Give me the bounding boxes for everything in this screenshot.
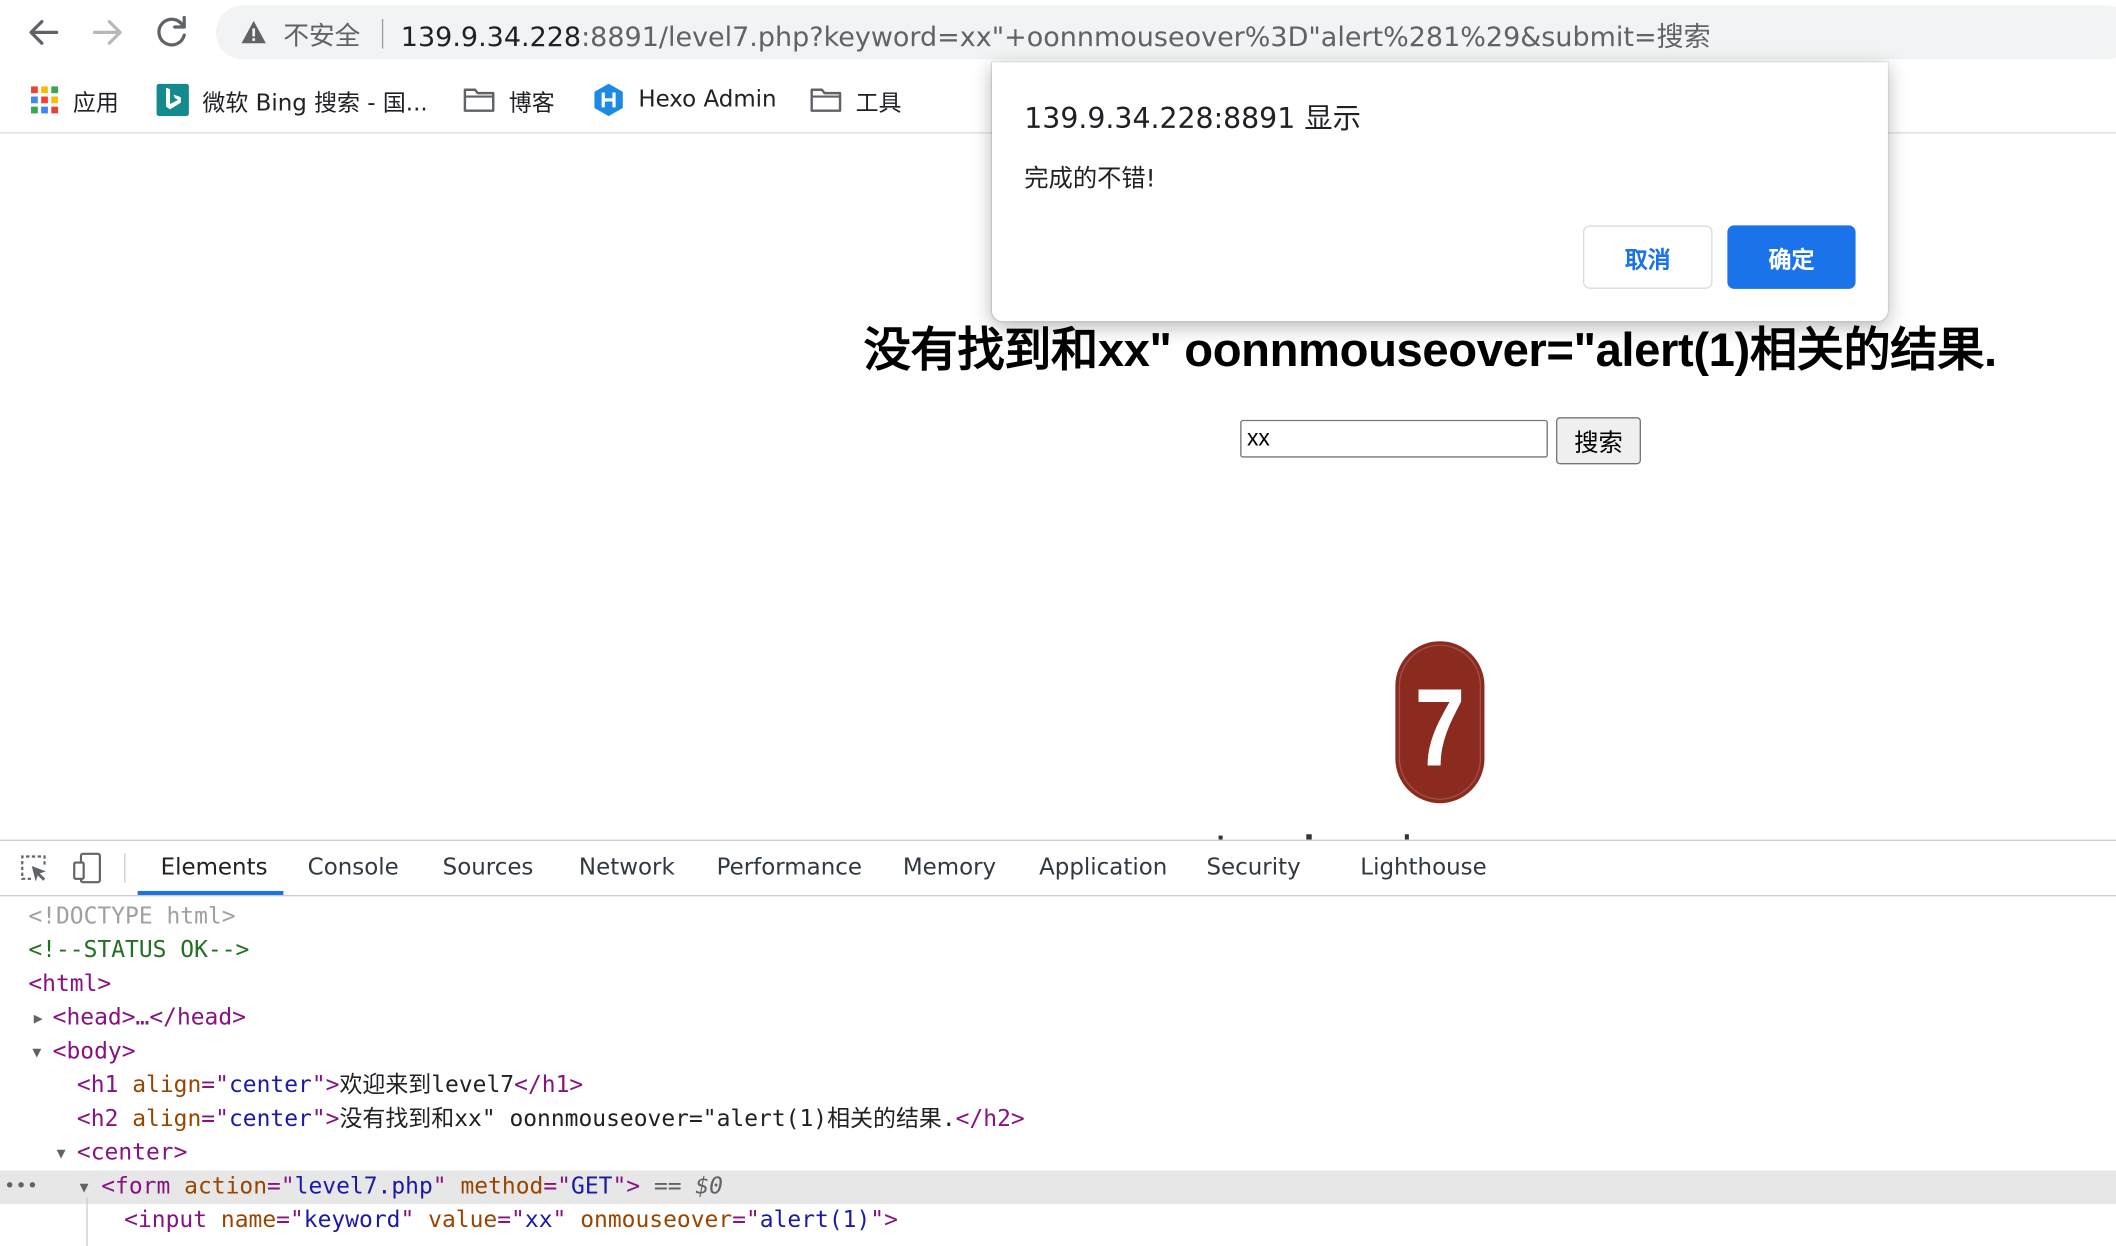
- dom-node-center[interactable]: ▼ <center>: [0, 1137, 2116, 1171]
- tab-lighthouse[interactable]: Lighthouse: [1360, 841, 1486, 895]
- dom-node-comment[interactable]: <!--STATUS OK-->: [0, 934, 2116, 968]
- dom-node-h2[interactable]: <h2 align="center">没有找到和xx" oonnmouseove…: [0, 1103, 2116, 1137]
- dom-node-head[interactable]: ▶ <head>…</head>: [0, 1002, 2116, 1036]
- back-arrow-icon[interactable]: [22, 11, 65, 54]
- tab-memory[interactable]: Memory: [903, 841, 996, 895]
- dom-node-body[interactable]: ▼ <body>: [0, 1035, 2116, 1069]
- dom-node-doctype[interactable]: <!DOCTYPE html>: [0, 900, 2116, 934]
- hexo-logo-icon: [594, 83, 623, 117]
- collapse-triangle-icon[interactable]: ▼: [57, 1137, 66, 1171]
- tab-application[interactable]: Application: [1039, 841, 1167, 895]
- tab-performance[interactable]: Performance: [717, 841, 862, 895]
- alert-message: 完成的不错!: [1024, 164, 1156, 194]
- tab-elements[interactable]: Elements: [161, 841, 268, 895]
- level-badge-number: 7: [1415, 666, 1465, 790]
- more-options-icon[interactable]: •••: [4, 1170, 38, 1204]
- browser-toolbar: 不安全 139.9.34.228:8891/level7.php?keyword…: [0, 0, 2116, 68]
- bookmark-apps[interactable]: 应用: [30, 81, 119, 119]
- toolbar-divider: [124, 853, 126, 883]
- active-tab-indicator: [137, 890, 284, 895]
- alert-title: 139.9.34.228:8891 显示: [1024, 102, 1361, 135]
- alert-dialog: 139.9.34.228:8891 显示 完成的不错! 取消 确定: [991, 62, 1888, 322]
- address-bar[interactable]: 不安全 139.9.34.228:8891/level7.php?keyword…: [215, 5, 2116, 60]
- search-button[interactable]: 搜索: [1555, 417, 1641, 465]
- bing-logo-icon: [156, 83, 189, 117]
- alert-cancel-button[interactable]: 取消: [1582, 225, 1713, 289]
- bookmark-label: 应用: [72, 89, 119, 117]
- bookmark-label: 工具: [855, 89, 902, 117]
- bookmark-label: 博客: [508, 89, 555, 117]
- keyword-input[interactable]: [1240, 419, 1548, 458]
- page-glyph-fragments: [1218, 834, 1409, 840]
- tab-security[interactable]: Security: [1206, 841, 1300, 895]
- bookmark-folder-blog[interactable]: 博客: [463, 81, 555, 119]
- alert-ok-button[interactable]: 确定: [1727, 225, 1856, 289]
- bookmark-hexo-admin[interactable]: Hexo Admin: [592, 81, 777, 119]
- dom-node-input[interactable]: <input name="keyword" value="xx" onmouse…: [0, 1204, 2116, 1238]
- url-path: :8891/level7.php?keyword=xx"+oonnmouseov…: [581, 20, 1711, 53]
- folder-icon: [810, 88, 842, 112]
- url-text[interactable]: 139.9.34.228:8891/level7.php?keyword=xx"…: [401, 15, 1711, 54]
- collapse-triangle-icon[interactable]: ▼: [32, 1035, 41, 1069]
- dom-node-html[interactable]: <html>: [0, 968, 2116, 1002]
- reload-icon[interactable]: [150, 11, 193, 54]
- dom-node-h1[interactable]: <h1 align="center">欢迎来到level7</h1>: [0, 1069, 2116, 1103]
- bookmark-bing[interactable]: 微软 Bing 搜索 - 国...: [156, 81, 428, 119]
- devtools-panel: Elements Console Sources Network Perform…: [0, 839, 2116, 1246]
- devtools-toolbar: Elements Console Sources Network Perform…: [0, 841, 2116, 897]
- dom-node-form-selected[interactable]: ••• ▼ <form action="level7.php" method="…: [0, 1170, 2116, 1205]
- device-toolbar-icon[interactable]: [72, 852, 104, 884]
- bookmark-folder-tools[interactable]: 工具: [810, 81, 902, 119]
- tab-console[interactable]: Console: [308, 841, 399, 895]
- expand-triangle-icon[interactable]: ▶: [34, 1002, 43, 1036]
- result-heading: 没有找到和xx" oonnmouseover="alert(1)相关的结果.: [863, 323, 1997, 377]
- security-label[interactable]: 不安全: [283, 16, 360, 52]
- address-separator: [381, 18, 384, 49]
- inspect-element-icon[interactable]: [19, 853, 49, 883]
- folder-icon: [463, 88, 495, 112]
- url-host: 139.9.34.228: [400, 20, 582, 53]
- indent-guide: [86, 1197, 88, 1246]
- tab-sources[interactable]: Sources: [443, 841, 534, 895]
- warning-triangle-icon[interactable]: [240, 19, 267, 46]
- tab-network[interactable]: Network: [579, 841, 675, 895]
- bookmark-label: 微软 Bing 搜索 - 国...: [202, 89, 428, 117]
- forward-arrow-icon[interactable]: [86, 11, 129, 54]
- level-badge: 7: [1394, 640, 1486, 805]
- apps-grid-icon: [31, 86, 59, 114]
- dom-tree: <!DOCTYPE html> <!--STATUS OK--> <html> …: [0, 896, 2116, 1246]
- bookmark-label: Hexo Admin: [638, 86, 777, 114]
